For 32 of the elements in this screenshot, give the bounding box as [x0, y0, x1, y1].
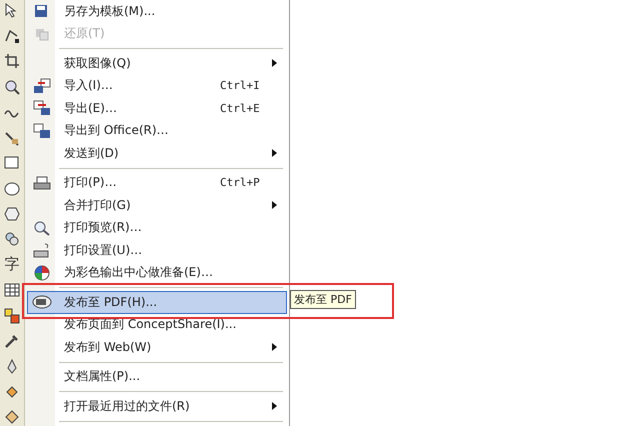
- menu-item[interactable]: 打开最近用过的文件(R): [27, 395, 287, 418]
- menu-item[interactable]: 获取图像(Q): [27, 52, 287, 74]
- blend-tool-icon[interactable]: [2, 307, 22, 324]
- print-setup-icon: [33, 242, 51, 258]
- menu-item[interactable]: 打印设置(U)…: [27, 239, 287, 262]
- menu-item[interactable]: 为彩色输出中心做准备(E)…: [27, 262, 287, 284]
- crop-tool-icon[interactable]: [2, 52, 22, 70]
- menu-item[interactable]: 导出(E)… Ctrl+E: [27, 97, 287, 120]
- text-tool-icon[interactable]: 字: [2, 256, 22, 274]
- menu-item[interactable]: 发布至 PDF(H)...: [27, 291, 287, 314]
- revert-icon: [34, 26, 50, 41]
- color-wheel-icon: [34, 264, 50, 281]
- print-preview-icon: [33, 220, 51, 236]
- menu-item[interactable]: 文档属性(P)...: [27, 366, 287, 388]
- menu-item[interactable]: 打印预览(R)…: [27, 216, 287, 239]
- export-icon: [33, 100, 51, 116]
- import-icon: [33, 78, 51, 94]
- menu-item[interactable]: 另存为模板(M)...: [27, 0, 287, 22]
- menu-item[interactable]: 打印(P)… Ctrl+P: [27, 172, 287, 194]
- table-tool-icon[interactable]: [2, 282, 22, 299]
- save-template-icon: [34, 4, 50, 18]
- polygon-tool-icon[interactable]: [2, 206, 22, 222]
- office-export-icon: [33, 122, 51, 139]
- tooltip: 发布至 PDF: [290, 290, 356, 309]
- printer-icon: [33, 176, 51, 190]
- menu-item[interactable]: 导出到 Office(R)…: [27, 120, 287, 142]
- menu-item[interactable]: 发布到 Web(W): [27, 336, 287, 358]
- menu-item[interactable]: 合并打印(G): [27, 194, 287, 216]
- ellipse-tool-icon[interactable]: [2, 180, 22, 197]
- menu-item[interactable]: 发布页面到 ConceptShare(I)...: [27, 314, 287, 336]
- menu-item[interactable]: 导入(I)… Ctrl+I: [27, 74, 287, 97]
- menu-item[interactable]: 发送到(D): [27, 142, 287, 164]
